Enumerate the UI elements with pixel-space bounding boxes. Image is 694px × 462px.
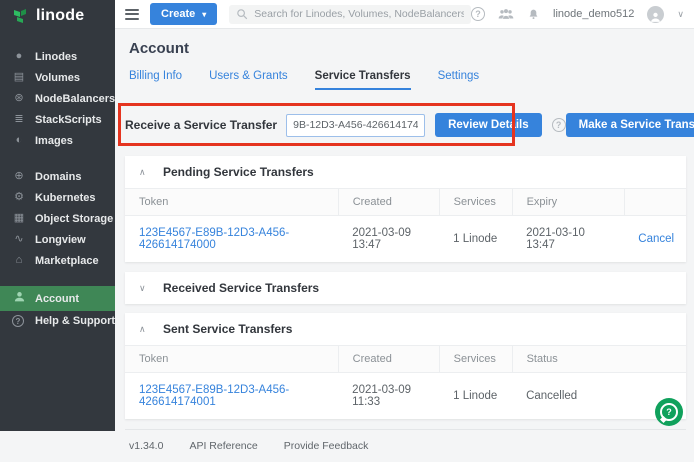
expiry-cell: 2021-03-10 13:47	[512, 216, 624, 263]
help-icon[interactable]: ?	[552, 118, 566, 132]
page-footer: v1.34.0 API Reference Provide Feedback	[125, 429, 686, 462]
sidebar-item-domains[interactable]: ⊕ Domains	[0, 166, 115, 187]
linode-logo-icon	[13, 8, 29, 24]
sidebar-item-marketplace[interactable]: ⌂ Marketplace	[0, 250, 115, 271]
sidebar-item-images[interactable]: ◐ Images	[0, 130, 115, 151]
nav-group-divider	[0, 271, 115, 286]
create-button[interactable]: Create ▾	[150, 3, 217, 25]
help-chat-button[interactable]: ?	[655, 398, 683, 426]
transfer-token-link[interactable]: 123E4567-E89B-12D3-A456-426614174001	[139, 384, 289, 408]
sidebar-item-help-support[interactable]: ? Help & Support	[0, 311, 115, 331]
chevron-down-icon: ∨	[139, 283, 163, 294]
column-expiry: Expiry	[512, 189, 624, 216]
sidebar-item-account[interactable]: Account	[0, 286, 115, 311]
tab-settings[interactable]: Settings	[438, 70, 480, 90]
object-storage-icon: ▦	[12, 212, 26, 225]
receive-transfer-bar: Receive a Service Transfer Review Detail…	[125, 107, 686, 143]
sidebar-item-volumes[interactable]: ▤ Volumes	[0, 67, 115, 88]
transfer-token-input[interactable]	[286, 114, 425, 137]
sidebar-nav: ● Linodes ▤ Volumes ⊛ NodeBalancers ≣ St…	[0, 46, 115, 331]
sidebar-item-object-storage[interactable]: ▦ Object Storage	[0, 208, 115, 229]
avatar[interactable]	[647, 6, 664, 23]
column-token: Token	[125, 346, 338, 373]
created-cell: 2021-03-09 11:33	[338, 373, 439, 420]
chevron-up-icon: ∧	[139, 324, 163, 335]
longview-icon: ∿	[12, 233, 26, 246]
community-icon[interactable]	[498, 8, 514, 21]
chat-bubble-icon: ?	[660, 403, 678, 421]
transfer-token-link[interactable]: 123E4567-E89B-12D3-A456-426614174000	[139, 227, 289, 251]
marketplace-icon: ⌂	[12, 254, 26, 267]
pending-transfers-table: Token Created Services Expiry 123E4567-E…	[125, 188, 686, 262]
caret-down-icon: ▾	[202, 10, 206, 19]
images-icon: ◐	[12, 134, 26, 147]
column-created: Created	[338, 346, 439, 373]
chevron-down-icon[interactable]: ∨	[677, 9, 684, 20]
pending-transfers-panel: ∧ Pending Service Transfers Token Create…	[125, 156, 686, 262]
top-header: Create ▾ ? linode_demo512 ∨	[115, 0, 694, 29]
logo-text: linode	[36, 7, 84, 25]
global-search[interactable]	[229, 5, 471, 24]
received-transfers-panel: ∨ Received Service Transfers	[125, 272, 686, 304]
column-created: Created	[338, 189, 439, 216]
table-row: 123E4567-E89B-12D3-A456-426614174001 202…	[125, 373, 686, 420]
volumes-icon: ▤	[12, 71, 26, 84]
stackscripts-icon: ≣	[12, 113, 26, 126]
menu-hamburger-icon[interactable]	[125, 6, 139, 22]
nodebalancers-icon: ⊛	[12, 92, 26, 105]
notifications-bell-icon[interactable]	[527, 8, 540, 21]
created-cell: 2021-03-09 13:47	[338, 216, 439, 263]
search-input[interactable]	[254, 8, 464, 20]
table-row: 123E4567-E89B-12D3-A456-426614174000 202…	[125, 216, 686, 263]
help-icon[interactable]: ?	[471, 7, 485, 21]
page-title: Account	[129, 40, 686, 57]
nav-group-divider	[0, 151, 115, 166]
search-icon	[236, 8, 248, 20]
domains-icon: ⊕	[12, 170, 26, 183]
help-icon: ?	[12, 315, 26, 327]
review-details-button[interactable]: Review Details	[435, 113, 542, 137]
tab-service-transfers[interactable]: Service Transfers	[315, 70, 411, 90]
table-header-row: Token Created Services Status	[125, 346, 686, 373]
app-version: v1.34.0	[129, 440, 163, 452]
column-status: Status	[512, 346, 686, 373]
chevron-up-icon: ∧	[139, 167, 163, 178]
sidebar-item-longview[interactable]: ∿ Longview	[0, 229, 115, 250]
tab-users-grants[interactable]: Users & Grants	[209, 70, 288, 90]
sent-transfers-table: Token Created Services Status 123E4567-E…	[125, 345, 686, 419]
services-cell: 1 Linode	[439, 373, 512, 420]
account-person-icon	[12, 290, 26, 307]
sent-transfers-panel: ∧ Sent Service Transfers Token Created S…	[125, 313, 686, 419]
provide-feedback-link[interactable]: Provide Feedback	[284, 440, 369, 452]
linode-logo[interactable]: linode	[0, 0, 115, 30]
account-tabs: Billing Info Users & Grants Service Tran…	[129, 70, 686, 90]
tab-billing-info[interactable]: Billing Info	[129, 70, 182, 90]
sidebar-item-stackscripts[interactable]: ≣ StackScripts	[0, 109, 115, 130]
main-content: Account Billing Info Users & Grants Serv…	[115, 29, 694, 431]
linode-icon: ●	[12, 50, 26, 63]
table-header-row: Token Created Services Expiry	[125, 189, 686, 216]
username[interactable]: linode_demo512	[553, 8, 634, 20]
sidebar-item-nodebalancers[interactable]: ⊛ NodeBalancers	[0, 88, 115, 109]
column-token: Token	[125, 189, 338, 216]
column-actions	[624, 189, 686, 216]
sent-panel-header[interactable]: ∧ Sent Service Transfers	[125, 313, 686, 345]
services-cell: 1 Linode	[439, 216, 512, 263]
sidebar: linode ● Linodes ▤ Volumes ⊛ NodeBalance…	[0, 0, 115, 431]
header-actions: ? linode_demo512 ∨	[471, 6, 694, 23]
received-panel-header[interactable]: ∨ Received Service Transfers	[125, 272, 686, 304]
cancel-link[interactable]: Cancel	[638, 233, 674, 245]
pending-panel-header[interactable]: ∧ Pending Service Transfers	[125, 156, 686, 188]
sidebar-item-kubernetes[interactable]: ⚙ Kubernetes	[0, 187, 115, 208]
receive-transfer-label: Receive a Service Transfer	[125, 118, 277, 132]
kubernetes-icon: ⚙	[12, 191, 26, 204]
column-services: Services	[439, 189, 512, 216]
column-services: Services	[439, 346, 512, 373]
api-reference-link[interactable]: API Reference	[189, 440, 257, 452]
make-service-transfer-button[interactable]: Make a Service Transfer	[566, 113, 694, 137]
sidebar-item-linodes[interactable]: ● Linodes	[0, 46, 115, 67]
